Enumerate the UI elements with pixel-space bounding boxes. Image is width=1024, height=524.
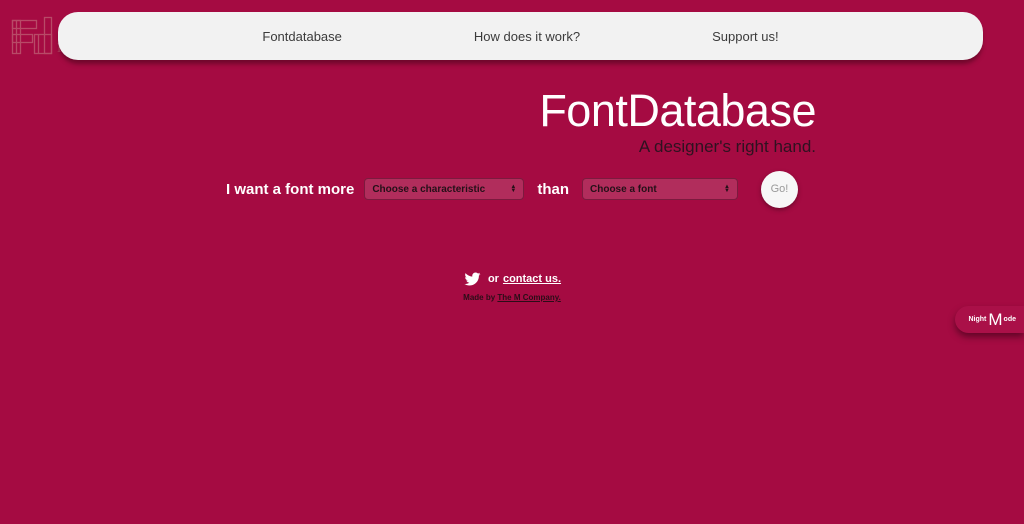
twitter-icon[interactable] (463, 271, 482, 287)
site-logo[interactable]: I (11, 15, 63, 59)
characteristic-select[interactable]: Choose a characteristic ▲ ▼ (364, 178, 525, 200)
company-link[interactable]: The M Company. (497, 293, 560, 302)
select-arrows-icon: ▲ ▼ (510, 184, 517, 194)
social-row: or contact us. (0, 271, 1024, 287)
nav-item-fontdatabase[interactable]: Fontdatabase (262, 29, 342, 44)
page-title: FontDatabase (539, 85, 816, 136)
hero-section: FontDatabase A designer's right hand. (539, 85, 816, 157)
made-by-label: Made by (463, 293, 498, 302)
form-than-label: than (537, 180, 569, 198)
font-select[interactable]: Choose a font ▲ ▼ (582, 178, 738, 200)
nav-item-how-does-it-work[interactable]: How does it work? (474, 29, 580, 44)
font-select-value: Choose a font (590, 183, 657, 195)
fontdatabase-logo-icon (11, 15, 55, 59)
made-by-row: Made by The M Company. (0, 293, 1024, 302)
form-prefix-label: I want a font more (225, 180, 355, 198)
characteristic-select-value: Choose a characteristic (372, 183, 486, 195)
page-tagline: A designer's right hand. (638, 137, 816, 156)
or-label: or (487, 273, 499, 285)
go-button[interactable]: Go! (761, 170, 798, 208)
night-mode-label-start: Night (968, 316, 987, 323)
top-navbar: Fontdatabase How does it work? Support u… (58, 12, 983, 60)
night-mode-toggle[interactable]: Night M ode (955, 306, 1024, 333)
select-arrows-icon: ▲ ▼ (724, 184, 730, 194)
nav-item-support-us[interactable]: Support us! (712, 29, 779, 44)
contact-us-link[interactable]: contact us. (503, 273, 561, 285)
night-mode-label-end: ode (1003, 316, 1016, 323)
font-compare-form: I want a font more Choose a characterist… (0, 169, 1024, 209)
night-mode-big-m: M (988, 310, 1003, 329)
